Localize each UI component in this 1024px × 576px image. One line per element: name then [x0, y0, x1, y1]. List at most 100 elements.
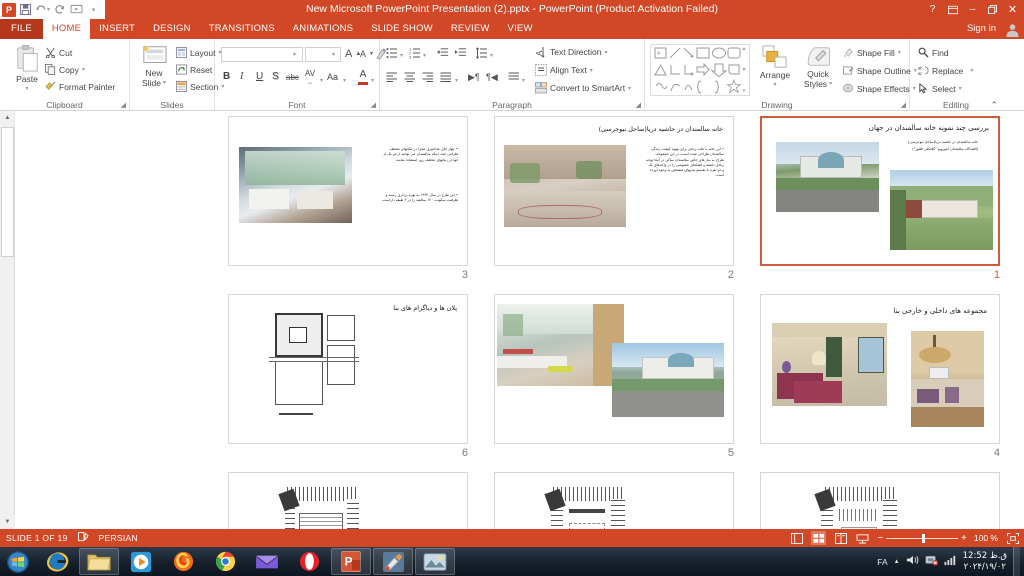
redo-icon[interactable]	[52, 2, 67, 17]
normal-view-button[interactable]	[789, 531, 804, 545]
restore-button[interactable]	[983, 0, 1002, 19]
fit-to-window-button[interactable]	[1005, 531, 1020, 545]
font-size-input[interactable]	[305, 47, 341, 62]
close-button[interactable]: ✕	[1003, 0, 1022, 19]
minimize-button[interactable]: –	[963, 0, 982, 19]
tab-review[interactable]: REVIEW	[442, 19, 499, 39]
tab-insert[interactable]: INSERT	[90, 19, 144, 39]
change-case-dropdown-icon[interactable]: ▾	[343, 77, 346, 84]
slide-thumbnail-9[interactable]	[760, 472, 1000, 529]
zoom-level-label[interactable]: 100 %	[974, 533, 998, 543]
bold-button[interactable]: B	[223, 71, 230, 82]
slide-thumbnail-1[interactable]: بررسی چند نمونه خانه سالمندان در جهان خا…	[760, 116, 1000, 266]
character-spacing-dropdown-icon[interactable]: ▾	[320, 77, 323, 84]
slide-thumbnail-8[interactable]	[494, 472, 734, 529]
shape-fill-button[interactable]: Shape Fill ▾	[843, 47, 901, 58]
sign-in-link[interactable]: Sign in	[967, 19, 996, 39]
bullets-dropdown-icon[interactable]: ▾	[400, 52, 403, 59]
undo-icon[interactable]: ▾	[35, 2, 50, 17]
arrange-button[interactable]: Arrange ▾	[755, 45, 795, 90]
reading-view-button[interactable]	[833, 531, 848, 545]
help-button[interactable]: ?	[923, 0, 942, 19]
vertical-scrollbar[interactable]: ▲ ▼	[0, 111, 15, 529]
zoom-in-button[interactable]: +	[961, 533, 967, 544]
powerpoint-icon[interactable]: P	[331, 548, 371, 575]
new-slide-button[interactable]: New Slide ▾	[134, 44, 174, 88]
columns-dropdown-icon[interactable]: ▾	[522, 77, 525, 84]
strikethrough-button[interactable]: abc	[286, 73, 299, 82]
line-spacing-dropdown-icon[interactable]: ▾	[490, 52, 493, 59]
slide-thumbnail-2[interactable]: خانه سالمندان در حاشیه دریا(ساحل نیوجرسی…	[494, 116, 734, 266]
drawing-dialog-launcher[interactable]: ◢	[901, 101, 906, 109]
font-name-input[interactable]	[221, 47, 303, 62]
language-label[interactable]: PERSIAN	[99, 533, 138, 543]
font-name-dropdown-icon[interactable]: ▾	[293, 51, 296, 58]
scroll-up-arrow-icon[interactable]: ▲	[0, 111, 15, 125]
shapes-more-icon[interactable]: ▾	[743, 88, 746, 94]
shapes-gallery[interactable]: A ▲ ▼ ▾	[650, 44, 750, 96]
start-orb-icon[interactable]	[1, 548, 35, 575]
text-direction-button[interactable]: A Text Direction ▾	[535, 46, 608, 58]
clock[interactable]: 12:52 ق.ظ ۲۰۲۴/۱۹/۰۲	[963, 551, 1007, 573]
slideshow-view-button[interactable]	[855, 531, 870, 545]
firefox-icon[interactable]	[163, 548, 203, 575]
show-desktop-button[interactable]	[1013, 547, 1020, 576]
save-icon[interactable]	[18, 2, 33, 17]
avatar[interactable]	[1005, 22, 1020, 37]
slide-thumbnail-7[interactable]	[228, 472, 468, 529]
align-text-button[interactable]: Align Text ▾	[535, 64, 593, 76]
tab-transitions[interactable]: TRANSITIONS	[200, 19, 284, 39]
photo-viewer-icon[interactable]	[415, 548, 455, 575]
zoom-out-button[interactable]: −	[877, 533, 883, 544]
copy-button[interactable]: Copy ▾	[45, 64, 85, 75]
zoom-slider[interactable]: − +	[877, 533, 967, 544]
rtl-text-direction-button[interactable]: ¶◀	[486, 72, 498, 83]
numbering-dropdown-icon[interactable]: ▾	[423, 52, 426, 59]
quick-styles-button[interactable]: Quick Styles ▾	[797, 45, 839, 89]
slide-thumbnail-3[interactable]: • چهار اتاق غذاخوری مجزا در مکانهای مختل…	[228, 116, 468, 266]
align-center-button[interactable]	[404, 72, 416, 82]
internet-explorer-icon[interactable]	[37, 548, 77, 575]
customize-qat-icon[interactable]: ▾	[86, 2, 101, 17]
zoom-track[interactable]	[886, 533, 959, 543]
shape-effects-button[interactable]: Shape Effects ▾	[843, 83, 916, 94]
paint-icon[interactable]	[373, 548, 413, 575]
align-left-button[interactable]	[386, 72, 398, 82]
justify-dropdown-icon[interactable]: ▾	[455, 77, 458, 84]
replace-button[interactable]: ab ac Replace ▾	[918, 65, 973, 77]
slide-thumbnail-4[interactable]: مجموعه های داخلی و خارجی بنا	[760, 294, 1000, 444]
thunderbird-icon[interactable]	[247, 548, 287, 575]
signal-icon[interactable]	[944, 553, 957, 571]
decrease-indent-button[interactable]	[436, 47, 449, 59]
zoom-knob[interactable]	[922, 533, 926, 543]
scrollbar-thumb[interactable]	[1, 127, 14, 257]
font-size-dropdown-icon[interactable]: ▾	[332, 51, 335, 58]
chrome-icon[interactable]	[205, 548, 245, 575]
slide-thumbnail-6[interactable]: پلان ها و دیاگرام های بنا	[228, 294, 468, 444]
convert-to-smartart-button[interactable]: Convert to SmartArt ▾	[535, 82, 631, 94]
line-spacing-button[interactable]	[476, 47, 488, 59]
collapse-ribbon-button[interactable]: ⌃	[990, 100, 998, 111]
increase-indent-button[interactable]	[454, 47, 467, 59]
bullets-button[interactable]	[386, 47, 398, 59]
start-slideshow-icon[interactable]	[69, 2, 84, 17]
scroll-down-arrow-icon[interactable]: ▼	[0, 515, 15, 529]
shrink-font-button[interactable]: A ▼	[360, 49, 374, 59]
format-painter-button[interactable]: Format Painter	[45, 81, 115, 92]
slide-sorter-view-button[interactable]	[811, 531, 827, 545]
tab-view[interactable]: VIEW	[499, 19, 542, 39]
volume-icon[interactable]	[906, 553, 919, 571]
tab-file[interactable]: FILE	[0, 19, 43, 39]
grow-font-button[interactable]: A ▲	[345, 48, 361, 60]
character-spacing-button[interactable]: AV ↔	[305, 70, 315, 87]
cut-button[interactable]: Cut	[45, 47, 72, 58]
select-button[interactable]: Select ▾	[918, 83, 962, 94]
paste-button[interactable]: Paste ▾	[6, 45, 48, 94]
language-indicator[interactable]: FA	[877, 557, 887, 567]
file-explorer-icon[interactable]	[79, 548, 119, 575]
tab-animations[interactable]: ANIMATIONS	[284, 19, 362, 39]
text-shadow-button[interactable]: S	[272, 71, 279, 82]
shapes-scroll-down-icon[interactable]: ▼	[742, 67, 747, 73]
notes-icon[interactable]	[77, 532, 89, 544]
find-button[interactable]: Find	[918, 47, 949, 58]
